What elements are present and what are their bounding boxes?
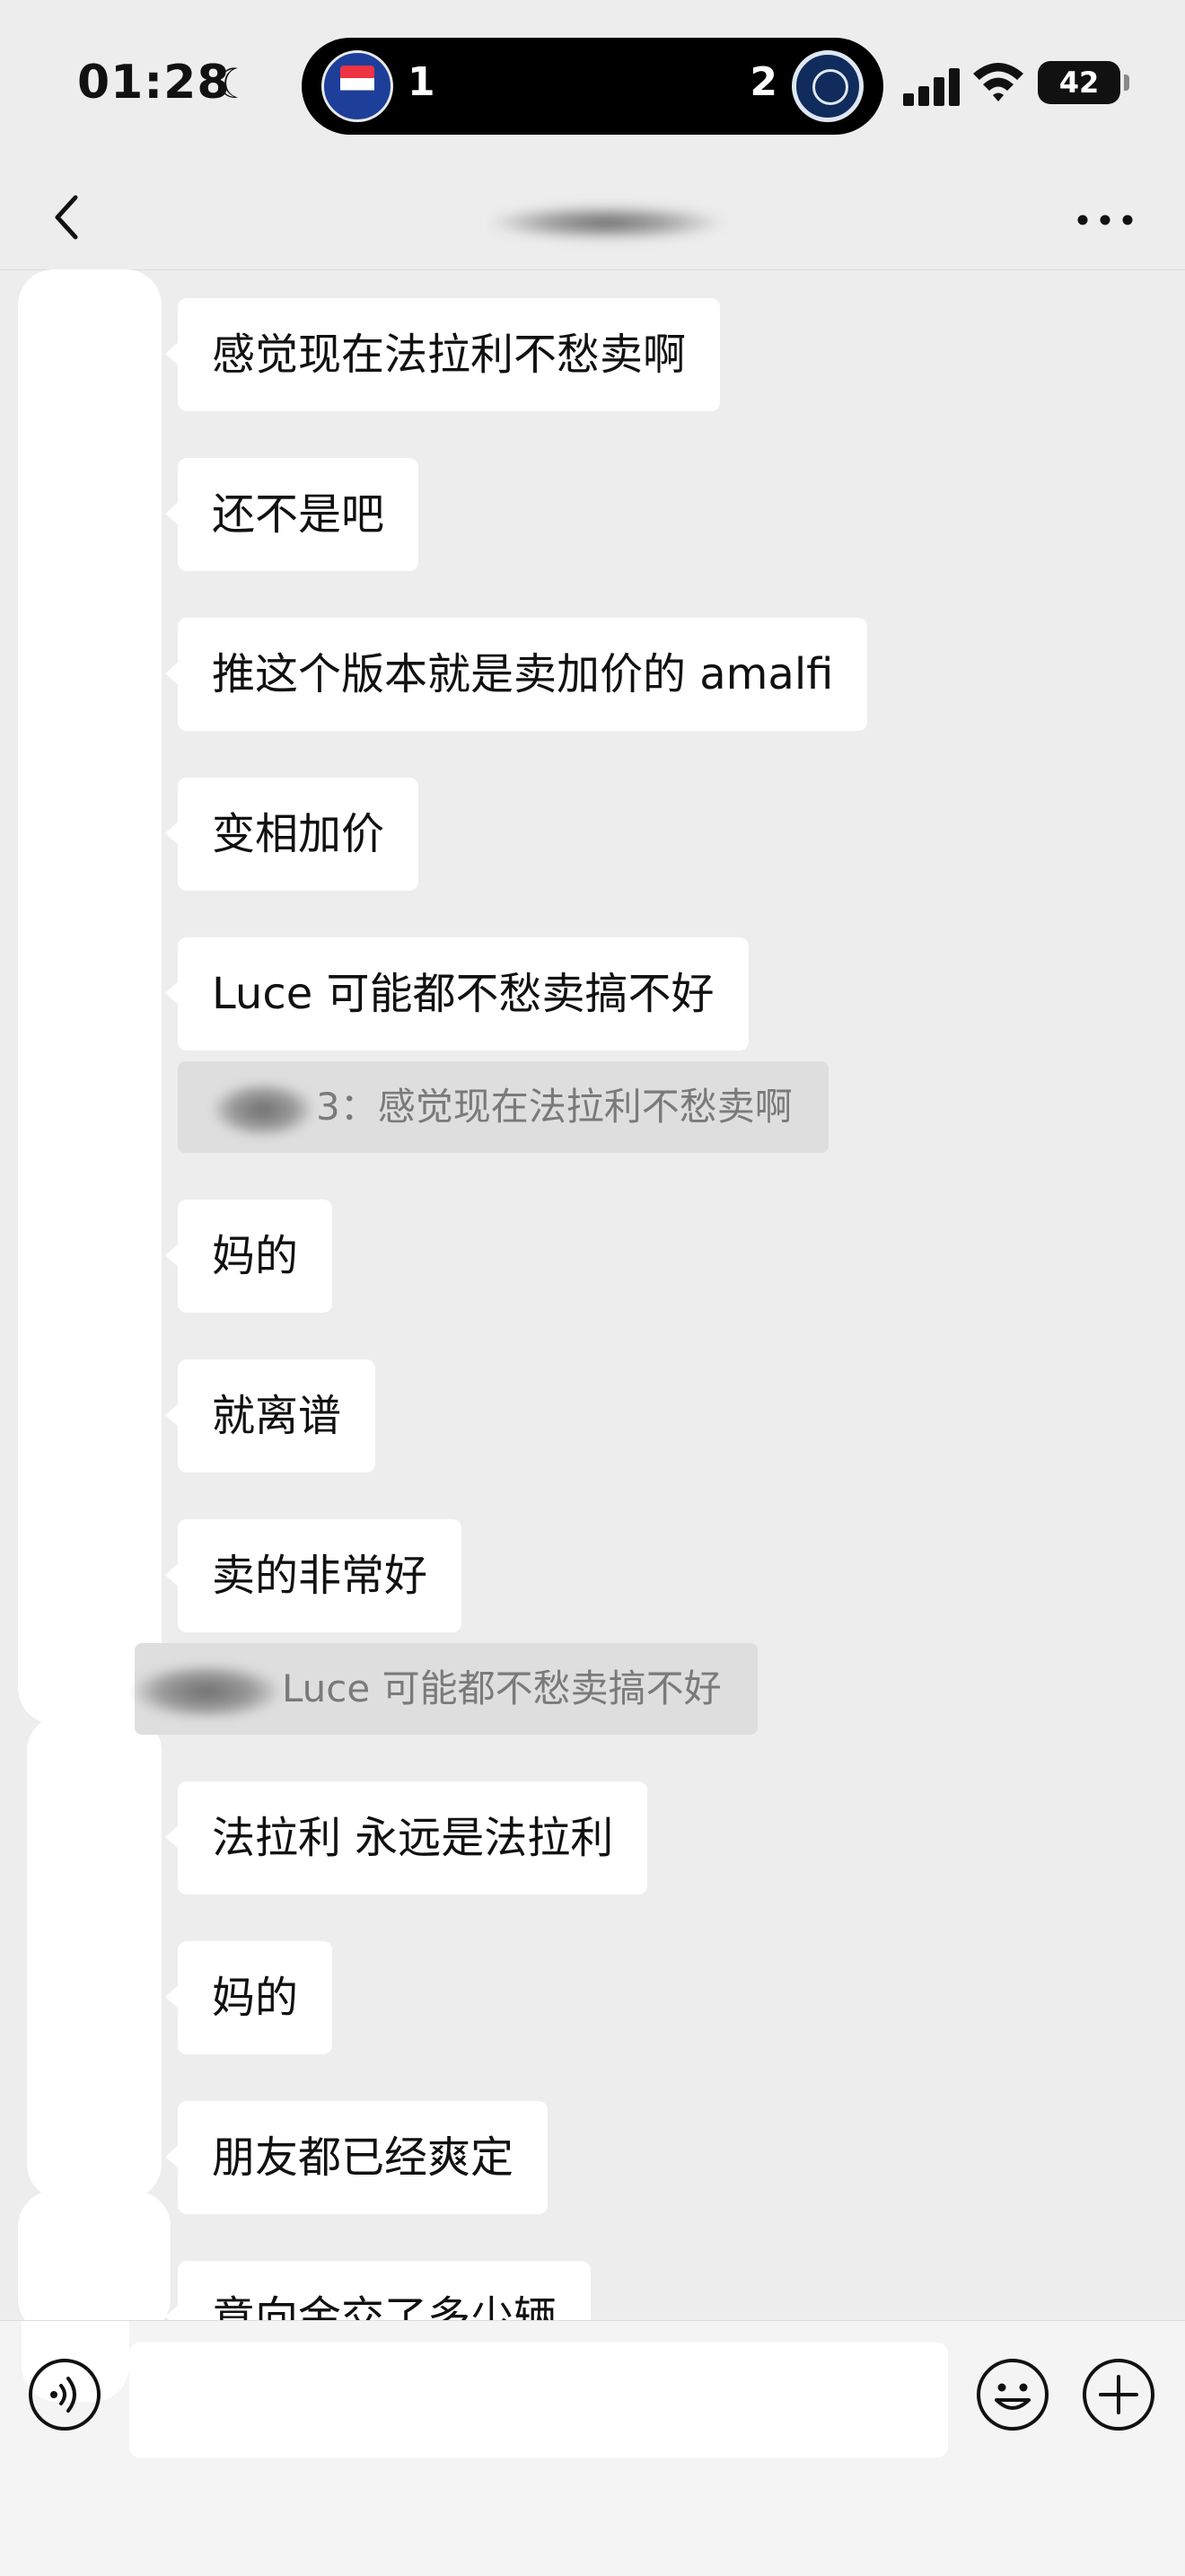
clock: 01:28 [77,56,231,110]
status-bar: 01:28 ☾ 1 2 42 [0,0,1185,171]
message-bubble[interactable]: 感觉现在法拉利不愁卖啊 [164,298,721,411]
cellular-signal-icon [903,66,961,106]
input-bar [0,2320,1185,2576]
quoted-text: 3：感觉现在法拉利不愁卖啊 [316,1085,793,1129]
chevron-left-icon[interactable] [43,190,97,244]
message-bubble[interactable]: 妈的 [164,1941,333,2054]
smiley-icon[interactable] [975,2357,1050,2432]
quoted-reply[interactable]: 3：感觉现在法拉利不愁卖啊 [178,1061,829,1153]
voice-icon[interactable] [27,2357,102,2432]
home-club-crest-icon [321,50,393,122]
message-bubble[interactable]: Luce 可能都不愁卖搞不好 [165,937,749,1051]
away-score: 2 [750,59,777,105]
moon-icon: ☾ [215,59,253,108]
message-bubble[interactable]: 推这个版本就是卖加价的 amalfi [164,618,868,731]
battery-icon: 42 [1038,61,1129,104]
quoted-sender-redacted [214,1082,312,1137]
message-bubble[interactable]: 就离谱 [164,1359,376,1473]
message-bubble[interactable]: 法拉利 永远是法拉利 [164,1781,648,1895]
avatar-column-redacted [18,269,171,2320]
quoted-sender-redacted [135,1664,278,1719]
chat-title-redacted [485,205,727,241]
away-club-crest-icon [792,50,864,122]
message-bubble[interactable]: 朋友都已经爽定 [164,2101,549,2214]
message-bubble[interactable]: 卖的非常好 [164,1519,462,1632]
message-bubble[interactable]: 妈的 [164,1200,333,1313]
chat-header [0,171,1185,270]
message-list[interactable]: 感觉现在法拉利不愁卖啊 还不是吧 推这个版本就是卖加价的 amalfi 变相加价… [0,269,1185,2320]
plus-icon[interactable] [1081,2357,1156,2432]
message-bubble[interactable]: 变相加价 [164,778,419,891]
quoted-reply[interactable]: Luce 可能都不愁卖搞不好 [135,1643,758,1735]
message-bubble[interactable]: 还不是吧 [164,458,419,571]
message-bubble[interactable]: 意向金交了多少辆 [164,2261,592,2320]
wifi-icon [973,63,1023,101]
home-score: 1 [408,59,435,105]
dynamic-island-live-score[interactable]: 1 2 [302,38,883,135]
quoted-text: Luce 可能都不愁卖搞不好 [282,1666,722,1710]
ellipsis-icon[interactable] [1074,207,1137,233]
message-input[interactable] [129,2343,948,2457]
